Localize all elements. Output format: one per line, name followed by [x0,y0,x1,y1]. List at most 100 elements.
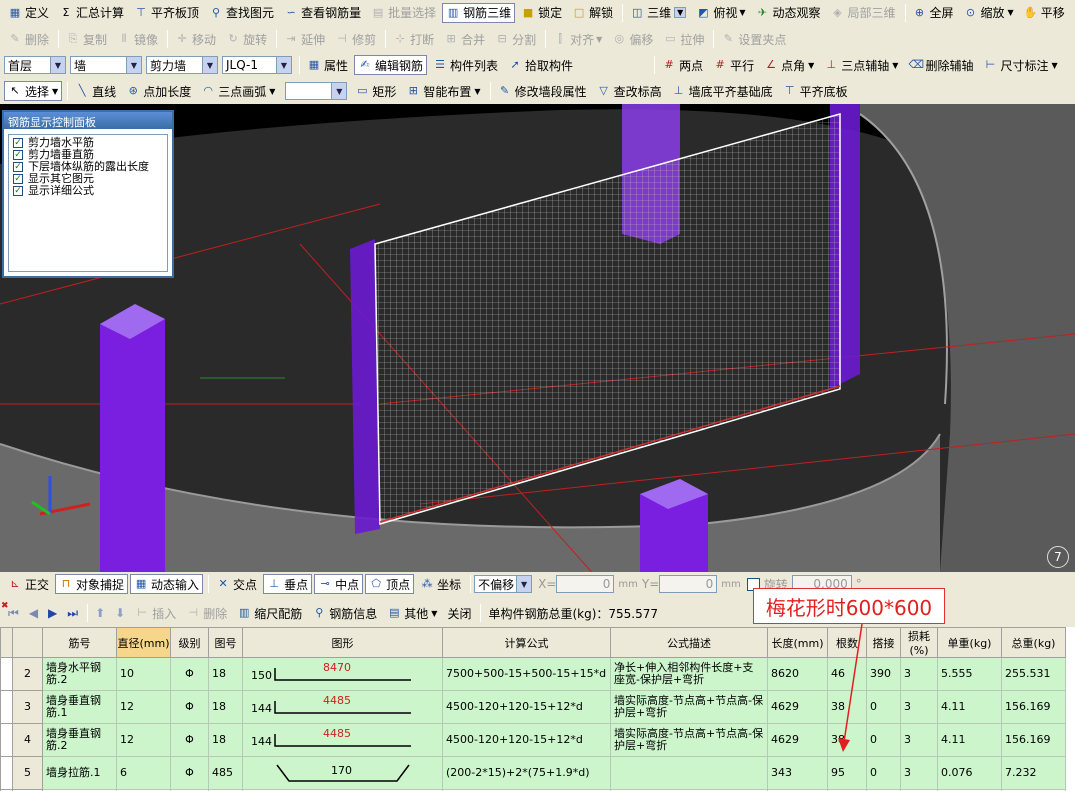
cell-grade[interactable]: Φ [170,657,209,691]
cell-lap[interactable]: 390 [866,657,901,691]
smart-layout-button[interactable]: ⊞ 智能布置 ▼ [402,81,484,101]
zoom-button[interactable]: ⊙ 缩放 ▼ [960,3,1018,23]
pick-component-button[interactable]: ➚ 拾取构件 [504,55,577,75]
define-button[interactable]: ▦ 定义 [4,3,53,23]
parallel-axis-button[interactable]: # 平行 [709,55,758,75]
col-lap[interactable]: 搭接 [866,627,901,658]
midpoint-snap[interactable]: ⊸ 中点 [314,574,364,594]
properties-button[interactable]: ▦ 属性 [303,55,352,75]
three-point-arc-button[interactable]: ◠ 三点画弧 ▼ [197,81,279,101]
cell-loss[interactable]: 3 [900,723,938,757]
col-bar-no[interactable]: 筋号 [42,627,117,658]
y-input[interactable]: 0 [659,575,718,593]
break-button[interactable]: ⊹ 打断 [389,29,438,49]
extend-button[interactable]: ⇥ 延伸 [280,29,329,49]
point-angle-button[interactable]: ∠ 点角 ▼ [760,55,818,75]
cell-total-weight[interactable]: 255.531 [1001,657,1066,691]
cell-diameter[interactable]: 6 [116,756,171,790]
stretch-button[interactable]: ▭ 拉伸 [659,29,708,49]
delete-row-button[interactable]: ⊣ 删除 [182,603,231,623]
cell-loss[interactable]: 3 [900,690,938,724]
cell-description[interactable]: 墙实际高度-节点高+节点高-保护层+弯折 [610,723,768,757]
unlock-button[interactable]: □ 解锁 [568,3,617,23]
dynamic-orbit-button[interactable]: ✈ 动态观察 [751,3,824,23]
set-grip-button[interactable]: ✎ 设置夹点 [717,29,790,49]
type-select[interactable]: 剪力墙 ▼ [146,56,218,74]
cell-diameter[interactable]: 10 [116,657,171,691]
category-select[interactable]: 墙 ▼ [70,56,142,74]
dynamic-input-toggle[interactable]: ▦ 动态输入 [130,574,204,594]
pan-button[interactable]: ✋ 平移 [1020,3,1069,23]
cell-loss[interactable]: 3 [900,756,938,790]
offset-button[interactable]: ◎ 偏移 [608,29,657,49]
col-length[interactable]: 长度(mm) [767,627,828,658]
intersection-snap[interactable]: ✕ 交点 [212,574,261,594]
cell-length[interactable]: 8620 [767,657,828,691]
cell-count[interactable]: 95 [827,756,867,790]
trim-button[interactable]: ⊣ 修剪 [331,29,380,49]
col-grade[interactable]: 级别 [170,627,209,658]
other-menu-button[interactable]: ▤ 其他 ▼ [383,603,441,623]
col-figure-no[interactable]: 图号 [208,627,243,658]
cell-formula[interactable]: (200-2*15)+2*(75+1.9*d) [442,756,611,790]
select-button[interactable]: ↖ 选择 ▼ [4,81,63,101]
cell-length[interactable]: 4629 [767,723,828,757]
view-rebar-qty-button[interactable]: ∽ 查看钢筋量 [280,3,365,23]
two-point-axis-button[interactable]: # 两点 [658,55,707,75]
close-icon[interactable]: ✖ [1,601,9,611]
cell-diameter[interactable]: 12 [116,690,171,724]
col-unit-weight[interactable]: 单重(kg) [937,627,1002,658]
batch-select-button[interactable]: ▤ 批量选择 [367,3,440,23]
cell-length[interactable]: 4629 [767,690,828,724]
cell-formula[interactable]: 7500+500-15+500-15+15*d [442,657,611,691]
copy-button[interactable]: ⎘ 复制 [62,29,111,49]
cell-grade[interactable]: Φ [170,756,209,790]
cell-figure-no[interactable]: 18 [208,690,243,724]
move-up-button[interactable]: ⬆ [91,603,109,623]
align-button[interactable]: ⫿ 对齐 ▼ [549,29,606,49]
delete-button[interactable]: ✎ 删除 [4,29,53,49]
find-element-button[interactable]: ⚲ 查找图元 [205,3,278,23]
object-snap-toggle[interactable]: ⊓ 对象捕捉 [55,574,129,594]
cell-grade[interactable]: Φ [170,690,209,724]
name-select[interactable]: JLQ-1 ▼ [222,56,292,74]
insert-row-button[interactable]: ⊢ 插入 [131,603,180,623]
delete-axis-button[interactable]: ⌫ 删除辅轴 [904,55,977,75]
dimension-button[interactable]: ⊢ 尺寸标注 ▼ [979,55,1061,75]
cell-total-weight[interactable]: 156.169 [1001,690,1066,724]
cell-shape[interactable]: 144 4485 [242,723,443,757]
fullscreen-button[interactable]: ⊕ 全屏 [909,3,958,23]
cell-unit-weight[interactable]: 4.11 [937,723,1002,757]
col-formula[interactable]: 计算公式 [442,627,611,658]
cell-bar-no[interactable]: 墙身垂直钢筋.1 [42,690,117,724]
cell-figure-no[interactable]: 485 [208,756,243,790]
next-record-button[interactable]: ▶ [44,603,61,623]
cell-total-weight[interactable]: 156.169 [1001,723,1066,757]
cell-lap[interactable]: 0 [866,756,901,790]
cell-unit-weight[interactable]: 5.555 [937,657,1002,691]
perpendicular-snap[interactable]: ⊥ 垂点 [263,574,313,594]
cell-total-weight[interactable]: 7.232 [1001,756,1066,790]
modify-wall-segment-button[interactable]: ✎ 修改墙段属性 [494,81,591,101]
cell-shape[interactable]: 144 4485 [242,690,443,724]
cell-description[interactable] [610,756,768,790]
col-shape[interactable]: 图形 [242,627,443,658]
table-row[interactable]: 5 墙身拉筋.1 6 Φ 485 170 (200-2*15)+2*(75+1.… [0,756,1066,790]
cell-diameter[interactable]: 12 [116,723,171,757]
x-input[interactable]: 0 [556,575,615,593]
prev-record-button[interactable]: ◀ [25,603,42,623]
vertex-snap[interactable]: ⬠ 顶点 [365,574,415,594]
arc-mode-select[interactable]: ▼ [285,82,348,100]
cell-unit-weight[interactable]: 0.076 [937,756,1002,790]
rebar-3d-button[interactable]: ▥ 钢筋三维 [442,2,516,23]
checkbox-show-detail-formula[interactable]: ✓ 显示详细公式 [13,185,163,197]
cell-unit-weight[interactable]: 4.11 [937,690,1002,724]
split-button[interactable]: ⊟ 分割 [491,29,540,49]
summary-calc-button[interactable]: Σ 汇总计算 [55,3,128,23]
wall-bottom-align-button[interactable]: ⊥ 墙底平齐基础底 [668,81,777,101]
table-row[interactable]: 2 墙身水平钢筋.2 10 Φ 18 150 8470 7500+500-15+… [0,657,1066,691]
cell-grade[interactable]: Φ [170,723,209,757]
merge-button[interactable]: ⊞ 合并 [440,29,489,49]
ortho-toggle[interactable]: ⊾ 正交 [4,574,53,594]
cell-description[interactable]: 净长+伸入相邻构件长度+支座宽-保护层+弯折 [610,657,768,691]
